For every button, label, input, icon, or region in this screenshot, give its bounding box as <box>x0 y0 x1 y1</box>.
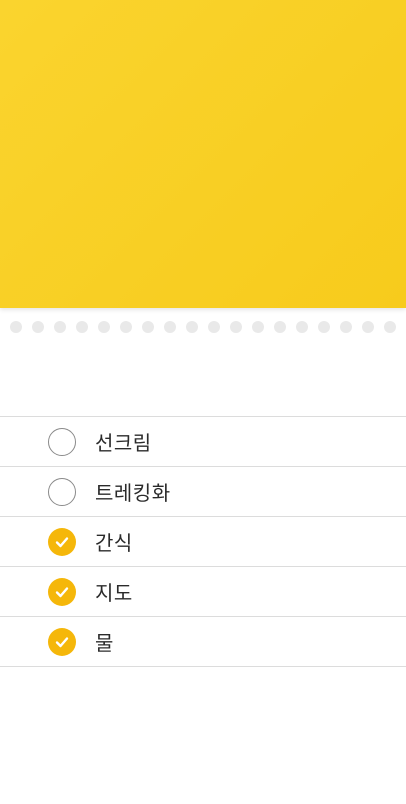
checklist-item-trekking-shoes[interactable]: 트레킹화 <box>0 467 406 517</box>
checklist-item-label: 간식 <box>95 531 133 555</box>
perforation-dot <box>318 321 330 333</box>
checklist-item-sunscreen[interactable]: 선크림 <box>0 417 406 467</box>
checkbox-icon[interactable] <box>48 427 76 456</box>
perforation-dot <box>340 321 352 333</box>
perforation-dot <box>120 321 132 333</box>
perforation-dot <box>142 321 154 333</box>
checkmark-icon <box>55 536 69 547</box>
perforation-dot <box>296 321 308 333</box>
perforation-dot <box>274 321 286 333</box>
checkmark-icon <box>55 586 69 597</box>
checkbox-icon[interactable] <box>48 577 76 606</box>
checklist: 선크림 트레킹화 간식 지도 물 <box>0 416 406 667</box>
checklist-item-label: 선크림 <box>95 431 152 455</box>
checklist-item-snacks[interactable]: 간식 <box>0 517 406 567</box>
perforation-dot <box>32 321 44 333</box>
checkbox-icon[interactable] <box>48 477 76 506</box>
perforation-dot <box>230 321 242 333</box>
perforation-dot <box>10 321 22 333</box>
perforation-dot <box>252 321 264 333</box>
perforation-dot <box>384 321 396 333</box>
checkbox-icon[interactable] <box>48 627 76 656</box>
checklist-item-water[interactable]: 물 <box>0 617 406 667</box>
perforation-dot <box>98 321 110 333</box>
checklist-item-label: 물 <box>95 631 114 655</box>
checklist-item-label: 트레킹화 <box>95 481 171 505</box>
header-banner <box>0 0 406 308</box>
checklist-item-label: 지도 <box>95 581 133 605</box>
perforation-dot <box>76 321 88 333</box>
perforation-dot <box>164 321 176 333</box>
perforation-divider <box>0 321 406 333</box>
perforation-dot <box>54 321 66 333</box>
checklist-item-map[interactable]: 지도 <box>0 567 406 617</box>
checkbox-icon[interactable] <box>48 527 76 556</box>
checkmark-icon <box>55 636 69 647</box>
perforation-dot <box>186 321 198 333</box>
perforation-dot <box>362 321 374 333</box>
perforation-dot <box>208 321 220 333</box>
